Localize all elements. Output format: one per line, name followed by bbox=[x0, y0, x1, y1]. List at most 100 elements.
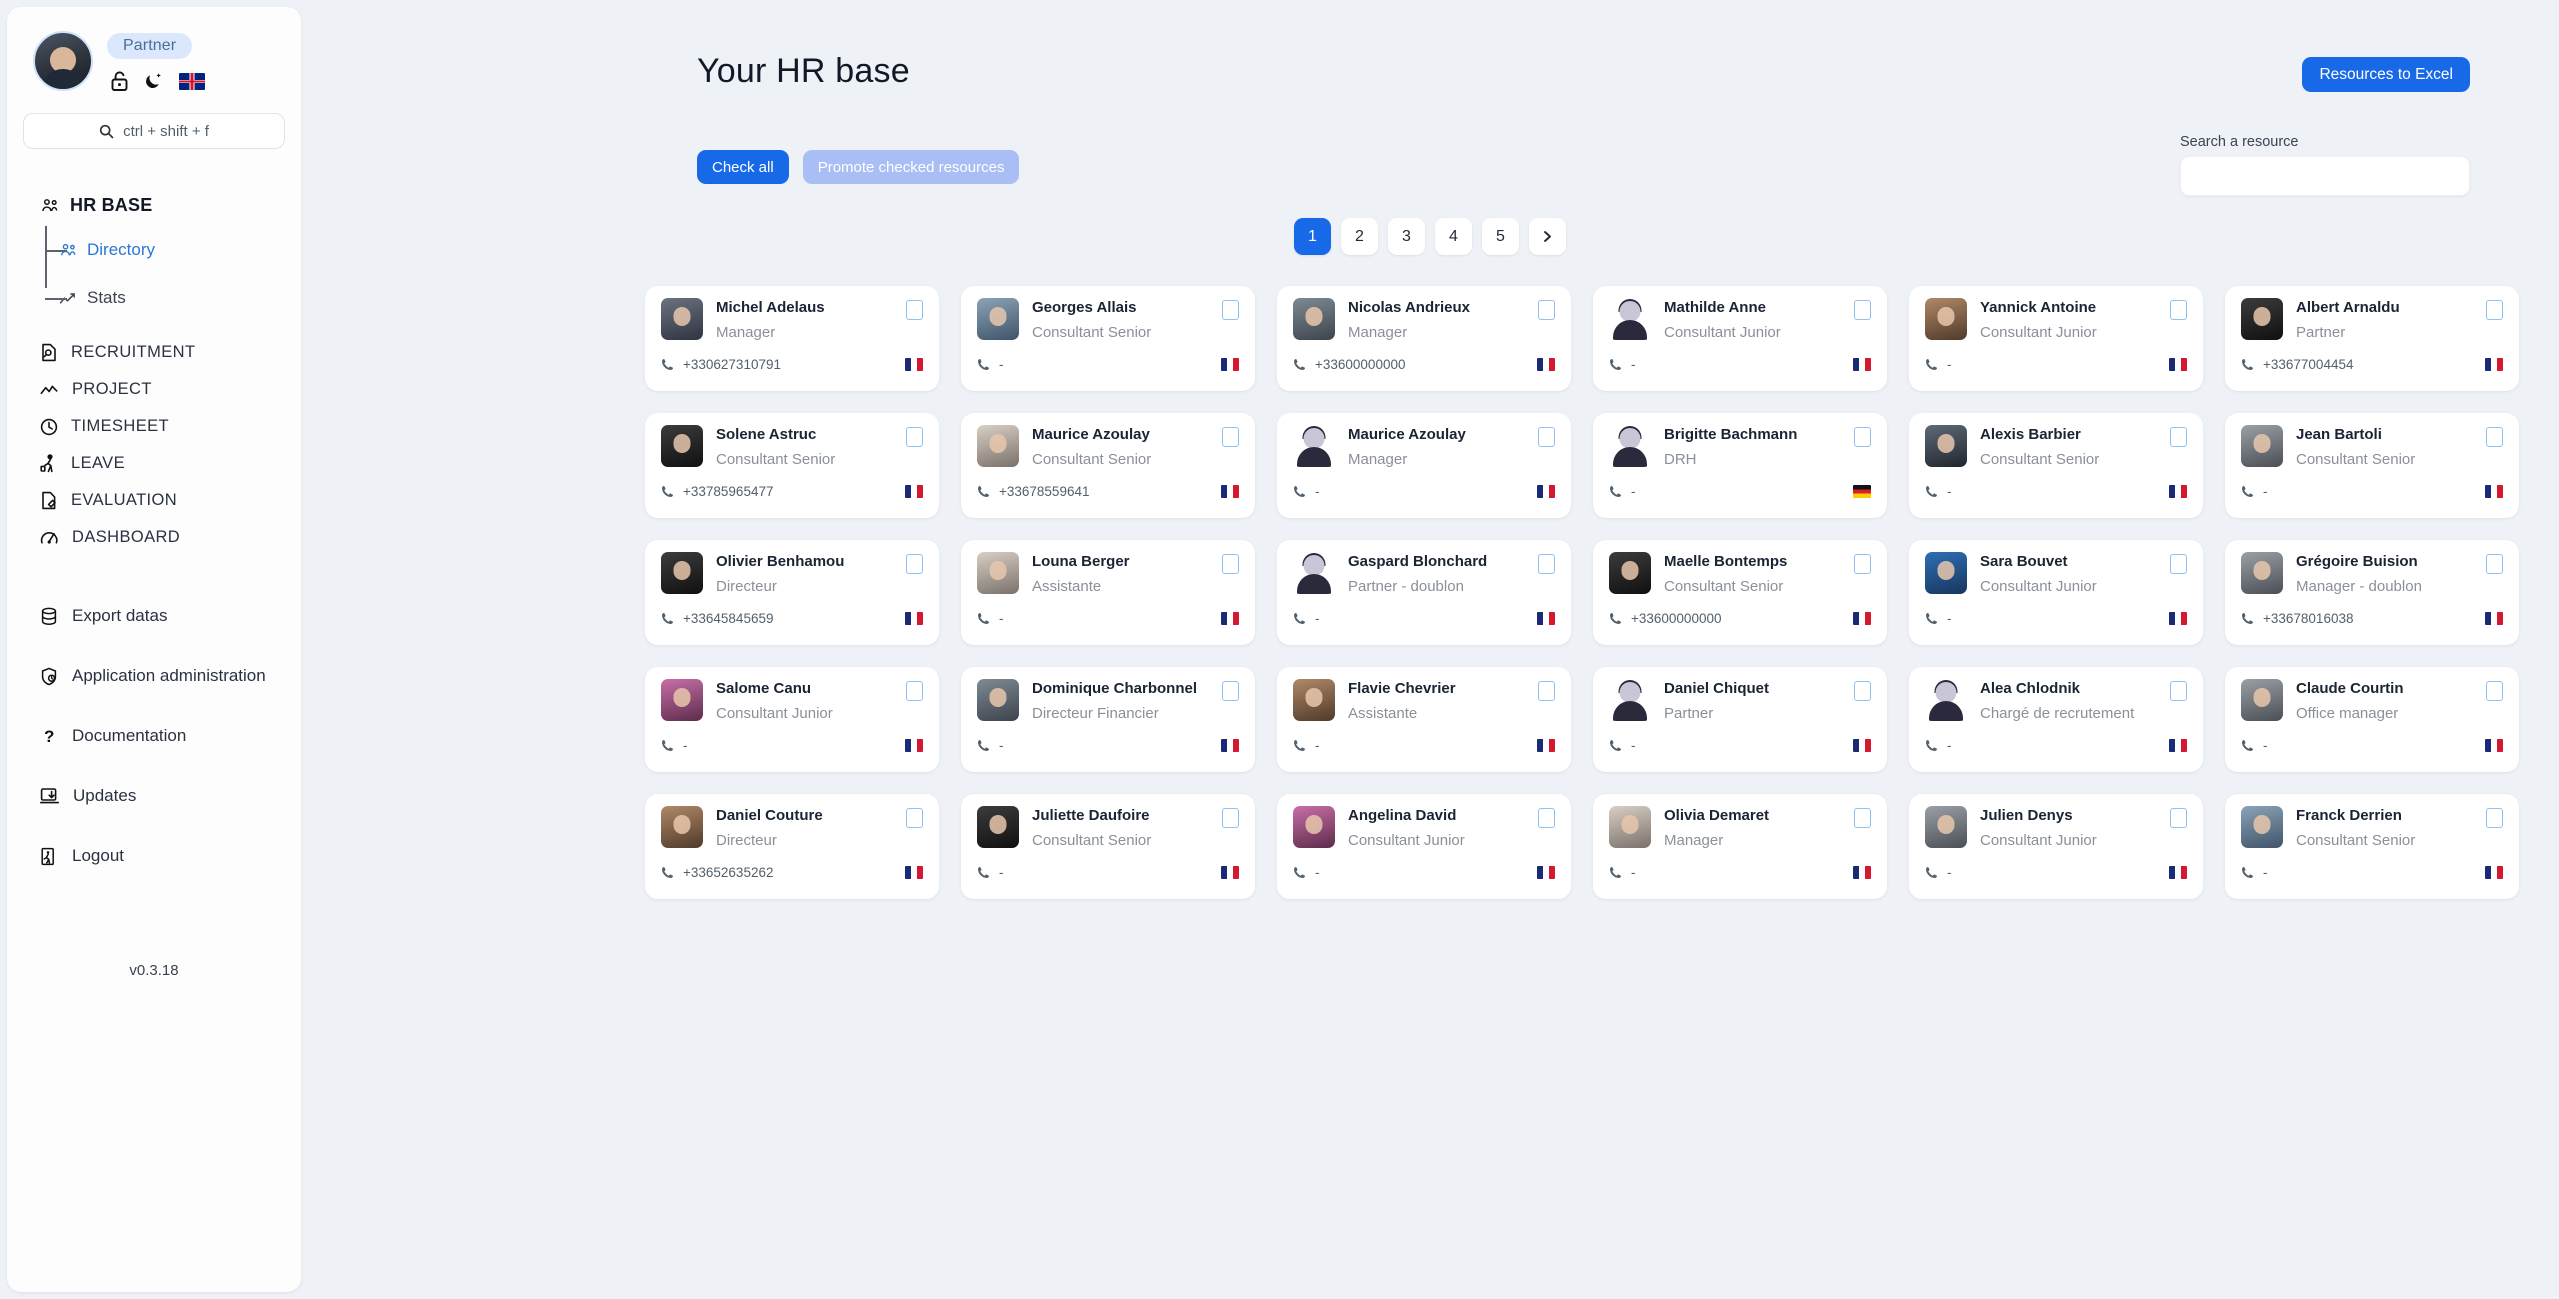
resource-card[interactable]: Maurice Azoulay Manager - bbox=[1277, 413, 1571, 518]
resource-checkbox[interactable] bbox=[2170, 681, 2187, 701]
resource-card[interactable]: Michel Adelaus Manager +330627310791 bbox=[645, 286, 939, 391]
page-button-4[interactable]: 4 bbox=[1435, 218, 1472, 255]
resource-checkbox[interactable] bbox=[2486, 300, 2503, 320]
resource-checkbox[interactable] bbox=[1854, 427, 1871, 447]
resource-card[interactable]: Juliette Daufoire Consultant Senior - bbox=[961, 794, 1255, 899]
sidebar-item-project[interactable]: PROJECT bbox=[7, 371, 301, 408]
global-search-input[interactable]: ctrl + shift + f bbox=[23, 113, 285, 149]
resource-name: Olivier Benhamou bbox=[716, 553, 845, 570]
avatar[interactable] bbox=[33, 31, 93, 91]
phone-icon bbox=[1610, 740, 1621, 751]
resource-avatar bbox=[2241, 425, 2283, 467]
page-button-1[interactable]: 1 bbox=[1294, 218, 1331, 255]
resource-card[interactable]: Maurice Azoulay Consultant Senior +3367855… bbox=[961, 413, 1255, 518]
resource-card[interactable]: Albert Arnaldu Partner +33677004454 bbox=[2225, 286, 2519, 391]
resource-identity: Salome Canu Consultant Junior bbox=[716, 679, 893, 722]
resource-checkbox[interactable] bbox=[1222, 808, 1239, 828]
resource-checkbox[interactable] bbox=[2170, 300, 2187, 320]
sidebar-item-leave[interactable]: LEAVE bbox=[7, 445, 301, 482]
resource-card[interactable]: Jean Bartoli Consultant Senior - bbox=[2225, 413, 2519, 518]
resource-card-footer: - bbox=[1609, 865, 1871, 880]
resource-country-flag bbox=[1853, 358, 1871, 371]
resource-checkbox[interactable] bbox=[2486, 681, 2503, 701]
sidebar-item-dashboard[interactable]: DASHBOARD bbox=[7, 519, 301, 556]
unlock-icon[interactable] bbox=[111, 71, 128, 91]
resource-checkbox[interactable] bbox=[906, 681, 923, 701]
resource-checkbox[interactable] bbox=[1854, 808, 1871, 828]
resource-checkbox[interactable] bbox=[1538, 681, 1555, 701]
resource-checkbox[interactable] bbox=[1222, 554, 1239, 574]
resource-checkbox[interactable] bbox=[1538, 554, 1555, 574]
sidebar-item-logout[interactable]: Logout bbox=[7, 826, 301, 886]
page-button-5[interactable]: 5 bbox=[1482, 218, 1519, 255]
resource-checkbox[interactable] bbox=[1854, 300, 1871, 320]
page-button-3[interactable]: 3 bbox=[1388, 218, 1425, 255]
resource-card[interactable]: Gaspard Blonchard Partner - doublon - bbox=[1277, 540, 1571, 645]
resource-checkbox[interactable] bbox=[2170, 808, 2187, 828]
resource-card[interactable]: Georges Allais Consultant Senior - bbox=[961, 286, 1255, 391]
resource-checkbox[interactable] bbox=[1538, 427, 1555, 447]
dark-mode-moon-icon[interactable] bbox=[144, 72, 163, 91]
resource-card[interactable]: Flavie Chevrier Assistante - bbox=[1277, 667, 1571, 772]
resource-card[interactable]: Mathilde Anne Consultant Junior - bbox=[1593, 286, 1887, 391]
resource-checkbox[interactable] bbox=[1854, 554, 1871, 574]
resource-card[interactable]: Salome Canu Consultant Junior - bbox=[645, 667, 939, 772]
resource-checkbox[interactable] bbox=[2486, 427, 2503, 447]
resource-checkbox[interactable] bbox=[1538, 300, 1555, 320]
resource-checkbox[interactable] bbox=[1854, 681, 1871, 701]
resource-checkbox[interactable] bbox=[2486, 808, 2503, 828]
sidebar-item-updates[interactable]: Updates bbox=[7, 766, 301, 826]
resource-card[interactable]: Daniel Couture Directeur +33652635262 bbox=[645, 794, 939, 899]
sidebar-item-label: Documentation bbox=[72, 726, 187, 745]
resource-card[interactable]: Sara Bouvet Consultant Junior - bbox=[1909, 540, 2203, 645]
resource-card[interactable]: Louna Berger Assistante - bbox=[961, 540, 1255, 645]
resource-card[interactable]: Daniel Chiquet Partner - bbox=[1593, 667, 1887, 772]
sidebar-item-directory[interactable]: Directory bbox=[45, 226, 301, 274]
resources-to-excel-button[interactable]: Resources to Excel bbox=[2302, 57, 2470, 92]
resource-checkbox[interactable] bbox=[2170, 427, 2187, 447]
resource-card[interactable]: Yannick Antoine Consultant Junior - bbox=[1909, 286, 2203, 391]
resource-card[interactable]: Maelle Bontemps Consultant Senior +3360000… bbox=[1593, 540, 1887, 645]
resource-card[interactable]: Angelina David Consultant Junior - bbox=[1277, 794, 1571, 899]
resource-checkbox[interactable] bbox=[2170, 554, 2187, 574]
resource-card[interactable]: Grégoire Buision Manager - doublon +336780… bbox=[2225, 540, 2519, 645]
resource-checkbox[interactable] bbox=[1222, 681, 1239, 701]
sidebar-group-hr-base[interactable]: HR BASE bbox=[7, 185, 301, 226]
resource-checkbox[interactable] bbox=[906, 808, 923, 828]
resource-checkbox[interactable] bbox=[906, 554, 923, 574]
sidebar-item-documentation[interactable]: ? Documentation bbox=[7, 706, 301, 766]
people-icon bbox=[61, 243, 76, 256]
resource-country-flag bbox=[1853, 612, 1871, 625]
resource-card[interactable]: Brigitte Bachmann DRH - bbox=[1593, 413, 1887, 518]
check-all-button[interactable]: Check all bbox=[697, 150, 789, 184]
page-button-2[interactable]: 2 bbox=[1341, 218, 1378, 255]
sidebar-item-recruitment[interactable]: RECRUITMENT bbox=[7, 334, 301, 371]
sidebar-item-export-datas[interactable]: Export datas bbox=[7, 586, 301, 646]
resource-card[interactable]: Alexis Barbier Consultant Senior - bbox=[1909, 413, 2203, 518]
resource-card[interactable]: Julien Denys Consultant Junior - bbox=[1909, 794, 2203, 899]
resource-card[interactable]: Claude Courtin Office manager - bbox=[2225, 667, 2519, 772]
resource-checkbox[interactable] bbox=[2486, 554, 2503, 574]
resource-card[interactable]: Franck Derrien Consultant Senior - bbox=[2225, 794, 2519, 899]
resource-card-header: Maurice Azoulay Manager bbox=[1293, 425, 1555, 468]
sidebar-item-timesheet[interactable]: TIMESHEET bbox=[7, 408, 301, 445]
sidebar-item-application-administration[interactable]: Application administration bbox=[7, 646, 301, 706]
resource-checkbox[interactable] bbox=[1538, 808, 1555, 828]
resource-card[interactable]: Olivier Benhamou Directeur +33645845659 bbox=[645, 540, 939, 645]
resource-card[interactable]: Solene Astruc Consultant Senior +337859654… bbox=[645, 413, 939, 518]
language-flag-uk-icon[interactable] bbox=[179, 72, 205, 90]
resource-card[interactable]: Nicolas Andrieux Manager +33600000000 bbox=[1277, 286, 1571, 391]
resource-checkbox[interactable] bbox=[906, 427, 923, 447]
resource-phone: - bbox=[2241, 865, 2268, 880]
sidebar-item-evaluation[interactable]: EVALUATION bbox=[7, 482, 301, 519]
resource-checkbox[interactable] bbox=[906, 300, 923, 320]
search-input[interactable] bbox=[2180, 156, 2470, 196]
promote-checked-resources-button[interactable]: Promote checked resources bbox=[802, 150, 1020, 184]
resource-card[interactable]: Olivia Demaret Manager - bbox=[1593, 794, 1887, 899]
resource-checkbox[interactable] bbox=[1222, 300, 1239, 320]
next-page-button[interactable] bbox=[1529, 218, 1566, 255]
resource-checkbox[interactable] bbox=[1222, 427, 1239, 447]
resource-card[interactable]: Dominique Charbonnel Directeur Financier - bbox=[961, 667, 1255, 772]
resource-card[interactable]: Alea Chlodnik Chargé de recrutement - bbox=[1909, 667, 2203, 772]
sidebar-item-stats[interactable]: Stats bbox=[45, 274, 301, 322]
